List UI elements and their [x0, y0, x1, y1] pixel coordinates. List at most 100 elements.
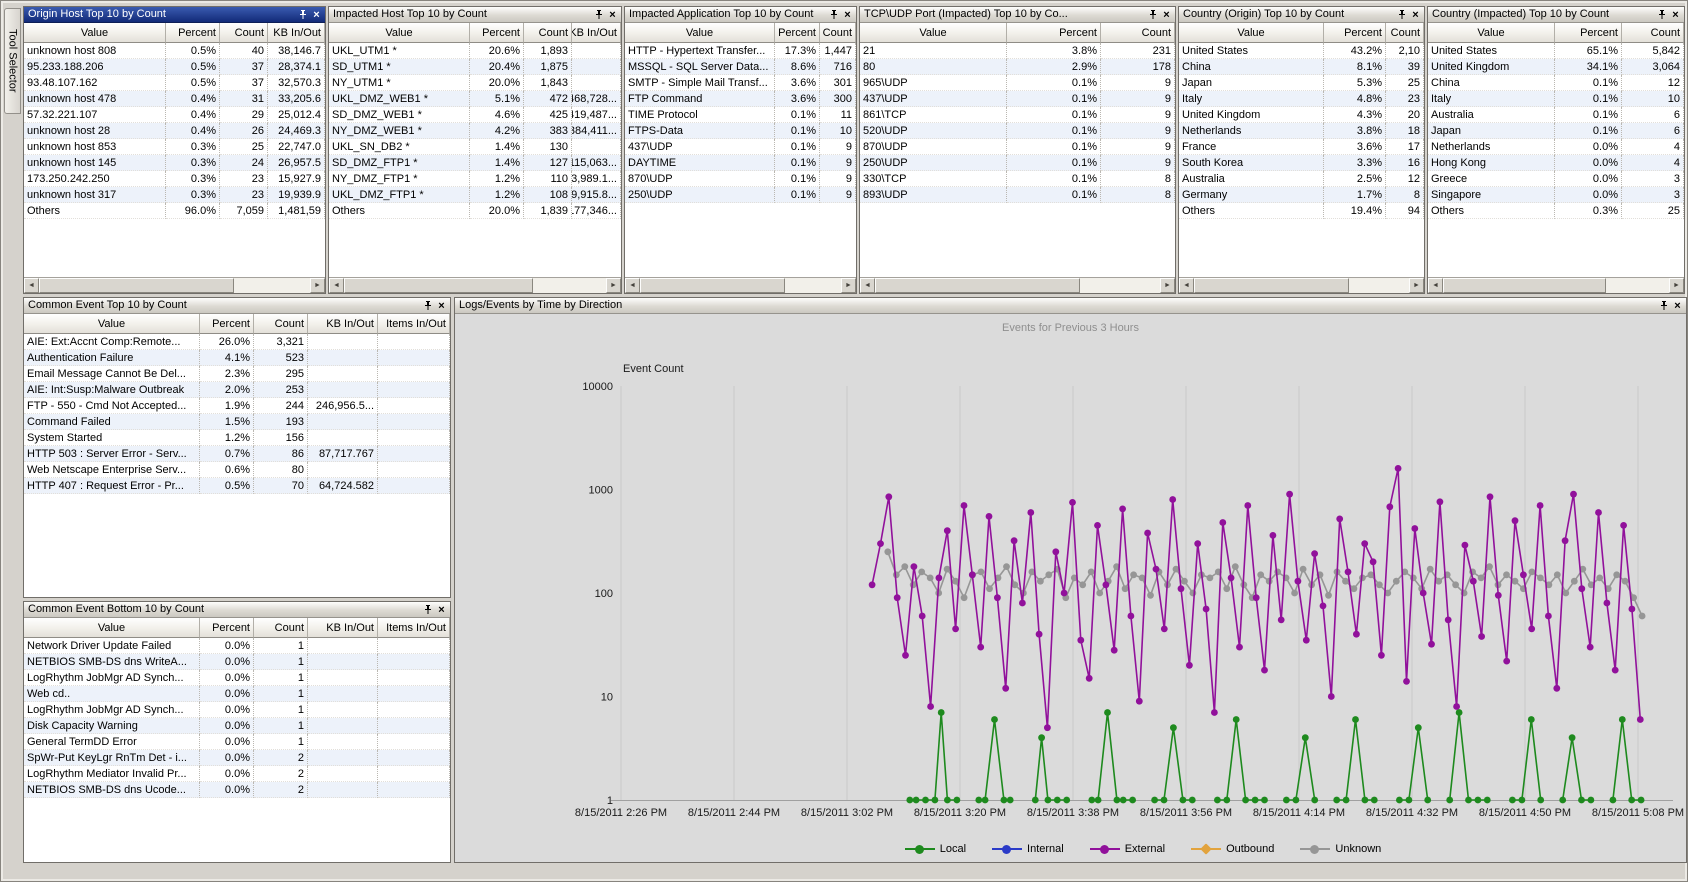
scroll-right-arrow[interactable]: ► — [606, 278, 621, 293]
table-row[interactable]: Greece0.0%3 — [1428, 171, 1684, 187]
column-header[interactable]: Percent — [470, 23, 524, 43]
column-header[interactable]: Value — [1428, 23, 1555, 43]
column-header[interactable]: Percent — [200, 618, 254, 638]
table-row[interactable]: 213.8%231 — [860, 43, 1175, 59]
table-row[interactable]: UKL_UTM1 *20.6%1,893 — [329, 43, 621, 59]
panel-titlebar[interactable]: Country (Origin) Top 10 by Count× — [1179, 7, 1424, 23]
scrollbar-track[interactable] — [1194, 278, 1409, 293]
close-icon[interactable]: × — [1160, 9, 1173, 21]
table-row[interactable]: 93.48.107.1620.5%3732,570.3 — [24, 75, 325, 91]
table-row[interactable]: 437\UDP0.1%9 — [625, 139, 856, 155]
scroll-right-arrow[interactable]: ► — [310, 278, 325, 293]
pin-icon[interactable] — [1146, 9, 1159, 21]
table-row[interactable]: United Kingdom34.1%3,064 — [1428, 59, 1684, 75]
table-row[interactable]: United States65.1%5,842 — [1428, 43, 1684, 59]
column-header[interactable]: Percent — [1324, 23, 1386, 43]
table-row[interactable]: AIE: Int:Susp:Malware Outbreak2.0%253 — [24, 382, 450, 398]
column-header[interactable]: Count — [820, 23, 856, 43]
scrollbar-thumb[interactable] — [640, 278, 785, 293]
table-row[interactable]: HTTP 407 : Request Error - Pr...0.5%7064… — [24, 478, 450, 494]
scroll-right-arrow[interactable]: ► — [1669, 278, 1684, 293]
scrollbar-track[interactable] — [640, 278, 841, 293]
close-icon[interactable]: × — [1671, 300, 1684, 312]
pin-icon[interactable] — [1655, 9, 1668, 21]
scrollbar-thumb[interactable] — [344, 278, 533, 293]
column-header[interactable]: Count — [220, 23, 268, 43]
table-row[interactable]: China8.1%39 — [1179, 59, 1424, 75]
pin-icon[interactable] — [421, 604, 434, 616]
scrollbar-thumb[interactable] — [39, 278, 234, 293]
table-row[interactable]: FTP - 550 - Cmd Not Accepted...1.9%24424… — [24, 398, 450, 414]
table-row[interactable]: 250\UDP0.1%9 — [860, 155, 1175, 171]
column-header[interactable]: KB In/Out — [308, 314, 378, 334]
column-header[interactable]: Percent — [1555, 23, 1622, 43]
table-row[interactable]: NY_DMZ_FTP1 *1.2%11093,989.1... — [329, 171, 621, 187]
column-header[interactable]: Count — [1386, 23, 1424, 43]
panel-titlebar[interactable]: TCP\UDP Port (Impacted) Top 10 by Co...× — [860, 7, 1175, 23]
table-row[interactable]: AIE: Ext:Accnt Comp:Remote...26.0%3,321 — [24, 334, 450, 350]
pin-icon[interactable] — [1395, 9, 1408, 21]
table-row[interactable]: Japan0.1%6 — [1428, 123, 1684, 139]
horizontal-scrollbar[interactable]: ◄► — [24, 277, 325, 293]
scrollbar-track[interactable] — [344, 278, 606, 293]
panel-titlebar[interactable]: Impacted Host Top 10 by Count× — [329, 7, 621, 23]
table-row[interactable]: System Started1.2%156 — [24, 430, 450, 446]
column-header[interactable]: KB In/Out — [572, 23, 621, 43]
close-icon[interactable]: × — [841, 9, 854, 21]
table-row[interactable]: Netherlands0.0%4 — [1428, 139, 1684, 155]
table-row[interactable]: 437\UDP0.1%9 — [860, 91, 1175, 107]
table-row[interactable]: 250\UDP0.1%9 — [625, 187, 856, 203]
table-row[interactable]: Disk Capacity Warning0.0%1 — [24, 718, 450, 734]
table-row[interactable]: Italy0.1%10 — [1428, 91, 1684, 107]
table-row[interactable]: HTTP 503 : Server Error - Serv...0.7%868… — [24, 446, 450, 462]
horizontal-scrollbar[interactable]: ◄► — [625, 277, 856, 293]
table-row[interactable]: Singapore0.0%3 — [1428, 187, 1684, 203]
column-header[interactable]: Percent — [775, 23, 820, 43]
close-icon[interactable]: × — [435, 604, 448, 616]
horizontal-scrollbar[interactable]: ◄► — [860, 277, 1175, 293]
table-row[interactable]: NY_UTM1 *20.0%1,843 — [329, 75, 621, 91]
table-row[interactable]: 57.32.221.1070.4%2925,012.4 — [24, 107, 325, 123]
table-row[interactable]: 802.9%178 — [860, 59, 1175, 75]
scrollbar-track[interactable] — [39, 278, 310, 293]
table-row[interactable]: China0.1%12 — [1428, 75, 1684, 91]
table-row[interactable]: Authentication Failure4.1%523 — [24, 350, 450, 366]
column-header[interactable]: Items In/Out — [378, 618, 450, 638]
table-row[interactable]: UKL_SN_DB2 *1.4%130 — [329, 139, 621, 155]
table-row[interactable]: FTPS-Data0.1%10 — [625, 123, 856, 139]
table-row[interactable]: TIME Protocol0.1%11 — [625, 107, 856, 123]
column-header[interactable]: Count — [524, 23, 572, 43]
scrollbar-thumb[interactable] — [1443, 278, 1606, 293]
scroll-right-arrow[interactable]: ► — [1160, 278, 1175, 293]
table-row[interactable]: General TermDD Error0.0%1 — [24, 734, 450, 750]
table-row[interactable]: DAYTIME0.1%9 — [625, 155, 856, 171]
table-row[interactable]: SD_DMZ_FTP1 *1.4%127115,063... — [329, 155, 621, 171]
table-row[interactable]: SD_UTM1 *20.4%1,875 — [329, 59, 621, 75]
column-header[interactable]: Items In/Out — [378, 314, 450, 334]
table-row[interactable]: SMTP - Simple Mail Transf...3.6%301 — [625, 75, 856, 91]
table-row[interactable]: Web cd..0.0%1 — [24, 686, 450, 702]
column-header[interactable]: Percent — [1007, 23, 1101, 43]
table-row[interactable]: United Kingdom4.3%20 — [1179, 107, 1424, 123]
close-icon[interactable]: × — [310, 9, 323, 21]
column-header[interactable]: KB In/Out — [268, 23, 325, 43]
panel-titlebar[interactable]: Common Event Top 10 by Count× — [24, 298, 450, 314]
scroll-right-arrow[interactable]: ► — [1409, 278, 1424, 293]
table-row[interactable]: Others19.4%94 — [1179, 203, 1424, 219]
table-row[interactable]: Australia0.1%6 — [1428, 107, 1684, 123]
column-header[interactable]: Value — [625, 23, 775, 43]
scrollbar-track[interactable] — [875, 278, 1160, 293]
panel-titlebar[interactable]: Impacted Application Top 10 by Count× — [625, 7, 856, 23]
scrollbar-thumb[interactable] — [875, 278, 1080, 293]
table-row[interactable]: unknown host 8530.3%2522,747.0 — [24, 139, 325, 155]
table-row[interactable]: unknown host 4780.4%3133,205.6 — [24, 91, 325, 107]
table-row[interactable]: Italy4.8%23 — [1179, 91, 1424, 107]
table-row[interactable]: 893\UDP0.1%8 — [860, 187, 1175, 203]
table-row[interactable]: UKL_DMZ_WEB1 *5.1%472468,728... — [329, 91, 621, 107]
scrollbar-track[interactable] — [1443, 278, 1669, 293]
scroll-left-arrow[interactable]: ◄ — [1179, 278, 1194, 293]
scroll-left-arrow[interactable]: ◄ — [625, 278, 640, 293]
panel-titlebar[interactable]: Origin Host Top 10 by Count× — [24, 7, 325, 23]
table-row[interactable]: SpWr-Put KeyLgr RnTm Det - i...0.0%2 — [24, 750, 450, 766]
pin-icon[interactable] — [1657, 300, 1670, 312]
